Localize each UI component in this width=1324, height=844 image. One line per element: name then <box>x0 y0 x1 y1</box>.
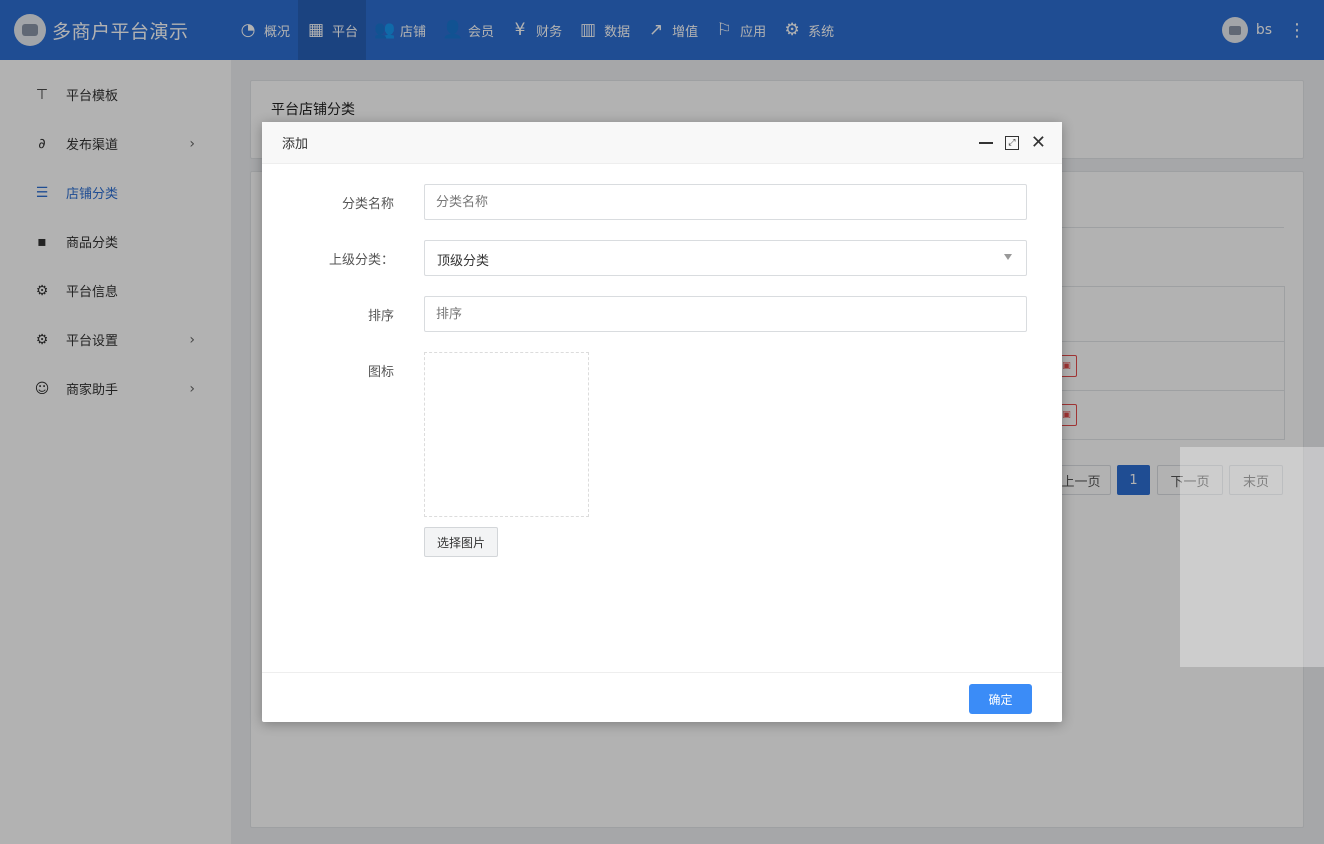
dialog-tools: ⤢ ✕ <box>978 122 1046 164</box>
sort-input[interactable] <box>424 296 1027 332</box>
choose-image-label: 选择图片 <box>436 535 485 550</box>
image-preview <box>424 352 589 517</box>
maximize-icon[interactable]: ⤢ <box>1004 136 1019 150</box>
close-icon[interactable]: ✕ <box>1031 134 1046 152</box>
form-row-parent: 上级分类： 顶级分类 <box>262 240 1062 276</box>
choose-image-button[interactable]: 选择图片 <box>424 527 498 557</box>
dialog-footer: 确定 <box>262 672 1062 722</box>
dialog-header: 添加 ⤢ ✕ <box>262 122 1062 164</box>
dialog-title: 添加 <box>282 137 309 152</box>
form-row-sort: 排序 <box>262 296 1062 332</box>
confirm-label: 确定 <box>988 692 1013 707</box>
parent-category-select[interactable]: 顶级分类 <box>424 240 1027 276</box>
icon-label: 图标 <box>367 364 394 380</box>
confirm-button[interactable]: 确定 <box>969 684 1032 714</box>
minimize-icon[interactable] <box>978 142 993 144</box>
caret-down-icon <box>1004 254 1012 260</box>
form-row-icon: 图标 <box>262 360 1062 380</box>
name-label: 分类名称 <box>341 196 394 212</box>
parent-category-value: 顶级分类 <box>437 254 490 269</box>
form-row-name: 分类名称 <box>262 184 1062 220</box>
parent-label: 上级分类： <box>328 252 394 268</box>
category-name-input[interactable] <box>424 184 1027 220</box>
sort-label: 排序 <box>367 308 394 324</box>
drag-ghost <box>1180 447 1324 667</box>
add-dialog: 添加 ⤢ ✕ 分类名称 上级分类： 顶级分类 排序 图标 选择图片 确定 <box>262 122 1062 722</box>
